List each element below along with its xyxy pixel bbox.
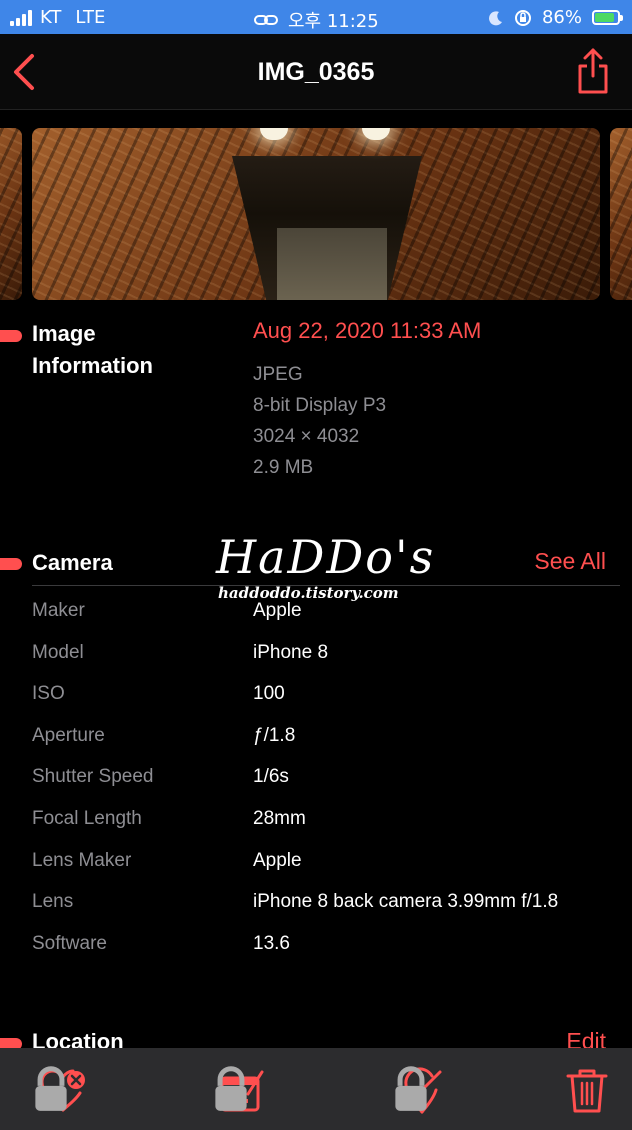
next-photo-thumbnail[interactable] [610, 128, 632, 300]
camera-detail-row: Lens Maker Apple [0, 850, 632, 884]
file-size: 2.9 MB [253, 457, 314, 478]
battery-fill [595, 13, 614, 22]
camera-detail-label: Lens Maker [32, 849, 132, 871]
camera-detail-label: Maker [32, 600, 85, 621]
photo-preview[interactable] [32, 128, 600, 300]
see-all-button[interactable]: See All [534, 548, 606, 575]
delete-button[interactable] [562, 1066, 612, 1116]
network-label: LTE [75, 7, 106, 28]
link-icon [254, 15, 278, 25]
camera-detail-label: Focal Length [32, 808, 142, 829]
capture-date[interactable]: Aug 22, 2020 11:33 AM [253, 318, 481, 344]
camera-detail-value: iPhone 8 [253, 641, 329, 663]
image-information-title: Image [32, 321, 96, 346]
clock: 오후 11:25 [288, 11, 379, 32]
camera-detail-value: iPhone 8 back camera 3.99mm f/1.8 [253, 891, 559, 913]
camera-detail-value: Apple [253, 849, 302, 871]
status-center: 오후 11:25 [254, 7, 379, 33]
camera-detail-row: Focal Length 28mm [0, 808, 632, 842]
camera-detail-row: Shutter Speed 1/6s [0, 766, 632, 800]
trash-icon [566, 1069, 608, 1113]
share-icon[interactable] [576, 46, 610, 96]
photo-info-screen: KT LTE 오후 11:25 86% IMG_0365 Image Infor… [0, 0, 632, 1130]
camera-detail-label: Software [32, 932, 107, 954]
camera-detail-value: 1/6s [253, 766, 289, 788]
signal-icon [10, 9, 32, 26]
section-marker [0, 558, 22, 570]
carrier-label: KT [40, 7, 62, 28]
camera-detail-row: Software 13.6 [0, 933, 632, 967]
lock-icon [215, 1066, 247, 1111]
camera-detail-row: Aperture ƒ/1.8 [0, 725, 632, 759]
status-left: KT LTE [10, 7, 105, 28]
moon-icon [489, 10, 502, 25]
camera-detail-label: Aperture [32, 724, 105, 746]
watermark-logo: HaDDo's [216, 530, 436, 584]
navigation-bar: IMG_0365 [0, 34, 632, 110]
photo-carousel[interactable] [0, 128, 632, 300]
section-marker [0, 330, 22, 342]
battery-percent: 86% [541, 7, 582, 28]
remove-favorite-button[interactable] [35, 1066, 88, 1116]
edit-date-button[interactable] [215, 1066, 268, 1116]
color-profile: 8-bit Display P3 [253, 395, 387, 416]
lock-icon [35, 1066, 67, 1111]
page-title: IMG_0365 [257, 58, 375, 86]
edit-location-tool-button[interactable] [395, 1066, 448, 1116]
previous-photo-thumbnail[interactable] [0, 128, 22, 300]
camera-detail-row: Model iPhone 8 [0, 642, 632, 676]
camera-detail-row: Lens iPhone 8 back camera 3.99mm f/1.8 [0, 891, 632, 925]
photo-lamp [362, 128, 390, 140]
camera-detail-value: 13.6 [253, 932, 290, 954]
camera-detail-value: 100 [253, 683, 285, 705]
camera-detail-value: ƒ/1.8 [253, 724, 296, 746]
status-right: 86% [488, 7, 623, 28]
image-dimensions: 3024 × 4032 [253, 426, 360, 447]
camera-section-title: Camera [32, 550, 113, 575]
camera-detail-label: Lens [32, 891, 74, 913]
camera-detail-row: ISO 100 [0, 683, 632, 717]
camera-detail-label: Model [32, 641, 84, 663]
battery-icon [592, 10, 623, 25]
image-format: JPEG [253, 364, 303, 385]
photo-corridor-end [277, 228, 387, 300]
camera-detail-label: ISO [32, 683, 65, 705]
watermark: HaDDo's haddoddo.tistory.com [216, 530, 436, 610]
status-bar: KT LTE 오후 11:25 86% [0, 0, 632, 34]
bottom-toolbar [0, 1048, 632, 1130]
watermark-url: haddoddo.tistory.com [218, 584, 399, 602]
photo-lamp [260, 128, 288, 140]
camera-detail-value: 28mm [253, 808, 306, 829]
lock-icon [395, 1066, 427, 1111]
rotation-lock-icon [514, 9, 531, 26]
image-information-title-line2: Information [32, 353, 153, 378]
camera-detail-label: Shutter Speed [32, 766, 154, 788]
